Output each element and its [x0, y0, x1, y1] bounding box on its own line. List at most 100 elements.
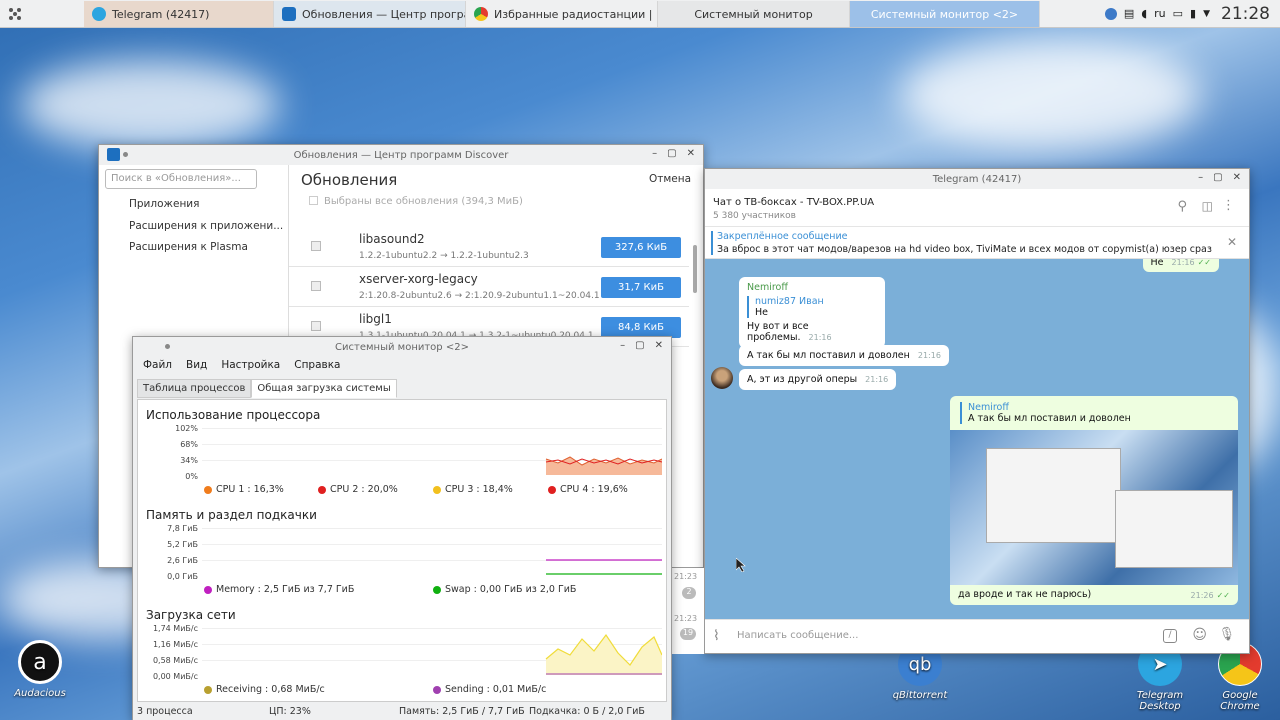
launcher-icon	[9, 7, 21, 20]
clock[interactable]: 21:28	[1221, 4, 1270, 24]
legend-swatch	[433, 585, 441, 594]
task-label: Системный монитор	[694, 7, 813, 21]
update-version: 2:1.20.8-2ubuntu2.6 → 2:1.20.9-2ubuntu1.…	[359, 291, 600, 301]
network-graph	[545, 633, 662, 675]
y-tick-label: 0,0 ГиБ	[167, 572, 198, 581]
search-icon[interactable]: ⚲	[1177, 199, 1187, 214]
y-tick-label: 0,58 МиБ/с	[152, 656, 198, 665]
volume-icon[interactable]: ◖	[1141, 7, 1147, 20]
update-checkbox[interactable]	[311, 241, 321, 251]
window-menu-dot[interactable]	[123, 152, 128, 157]
tray-expand-icon[interactable]: ▼	[1203, 9, 1210, 19]
telegram-icon	[92, 7, 106, 21]
discover-app-icon	[107, 148, 120, 161]
screenshot-image[interactable]	[950, 430, 1238, 585]
y-tick-label: 34%	[180, 456, 198, 465]
emoji-icon[interactable]: ☺	[1192, 627, 1207, 643]
update-checkbox[interactable]	[311, 321, 321, 331]
microphone-icon[interactable]: 🎙	[1218, 627, 1235, 642]
y-tick-label: 68%	[180, 440, 198, 449]
reply-quote[interactable]: Nemiroff А так бы мл поставил и доволен	[960, 402, 1230, 424]
message-bubble[interactable]: Не 21:16 ✓✓	[1142, 259, 1219, 272]
sysmon-titlebar[interactable]: Системный монитор <2> – ▢ ✕	[133, 337, 671, 357]
message-bubble[interactable]: А так бы мл поставил и доволен 21:16	[739, 345, 949, 366]
y-tick-label: 0,00 МиБ/с	[152, 672, 198, 681]
memory-section-title: Память и раздел подкачки	[146, 508, 317, 522]
sidebar-item-plasma-addons[interactable]: Расширения к Plasma	[129, 241, 248, 253]
pinned-message[interactable]: Закреплённое сообщение За вброс в этот ч…	[705, 227, 1249, 259]
window-title: Системный монитор <2>	[335, 341, 469, 353]
quote-author: numiz87 Иван	[755, 296, 824, 307]
maximize-icon[interactable]: ▢	[635, 340, 644, 351]
update-checkbox[interactable]	[311, 281, 321, 291]
menu-file[interactable]: Файл	[143, 359, 172, 371]
task-chrome[interactable]: Избранные радиостанции | Ради...	[466, 1, 658, 27]
keyboard-layout[interactable]: ru	[1154, 7, 1166, 20]
desktop-icon-label: Telegram Desktop	[1136, 690, 1184, 712]
menu-help[interactable]: Справка	[294, 359, 340, 371]
more-menu-icon[interactable]: ⋮	[1222, 198, 1235, 213]
legend-label: CPU 4 : 19,6%	[560, 484, 628, 495]
task-telegram[interactable]: Telegram (42417)	[84, 1, 274, 27]
discover-scrollbar[interactable]	[693, 245, 697, 293]
cancel-button[interactable]: Отмена	[649, 173, 691, 185]
discover-titlebar[interactable]: Обновления — Центр программ Discover – ▢ ✕	[99, 145, 703, 165]
sidebar-toggle-icon[interactable]: ◫	[1202, 199, 1213, 213]
update-item[interactable]: libasound2 1.2.2-1ubuntu2.2 → 1.2.2-1ubu…	[289, 227, 689, 267]
sidebar-item-applications[interactable]: Приложения	[129, 198, 199, 210]
close-pinned-icon[interactable]: ✕	[1227, 235, 1237, 249]
message-bubble[interactable]: А, эт из другой оперы 21:16	[739, 369, 897, 390]
task-discover[interactable]: Обновления — Центр программ ...	[274, 1, 466, 27]
tab-system-load[interactable]: Общая загрузка системы	[251, 379, 397, 398]
reply-quote[interactable]: numiz87 Иван Не	[747, 296, 877, 318]
task-sysmon-2[interactable]: Системный монитор <2>	[850, 1, 1040, 27]
window-menu-dot[interactable]	[165, 344, 170, 349]
close-icon[interactable]: ✕	[687, 148, 695, 159]
minimize-icon[interactable]: –	[652, 148, 657, 159]
legend-label: Receiving : 0,68 МиБ/с	[216, 684, 325, 695]
message-input-bar: ⌇ Написать сообщение... / ☺ 🎙	[705, 619, 1249, 653]
telegram-titlebar[interactable]: Telegram (42417) – ▢ ✕	[705, 169, 1249, 189]
unread-badge[interactable]: 19	[680, 628, 696, 640]
menu-settings[interactable]: Настройка	[221, 359, 280, 371]
close-icon[interactable]: ✕	[655, 340, 663, 351]
select-all-checkbox[interactable]: Выбраны все обновления (394,3 МиБ)	[309, 196, 523, 207]
close-icon[interactable]: ✕	[1233, 172, 1241, 183]
legend-swatch	[204, 685, 212, 694]
update-notifier-icon[interactable]	[1104, 7, 1117, 20]
clipboard-icon[interactable]: ▤	[1124, 7, 1134, 20]
quote-text: Не	[755, 307, 768, 318]
task-sysmon[interactable]: Системный монитор	[658, 1, 850, 27]
chat-header[interactable]: Чат о ТВ-боксах - TV-BOX.PP.UA 5 380 уча…	[705, 189, 1249, 227]
desktop-icon-audacious[interactable]: a Audacious	[5, 640, 75, 699]
task-label: Telegram (42417)	[112, 7, 210, 21]
maximize-icon[interactable]: ▢	[667, 148, 676, 159]
discover-search-input[interactable]: Поиск в «Обновления»...	[105, 169, 257, 189]
message-bubble[interactable]: Nemiroff numiz87 Иван Не Ну вот и все про…	[739, 277, 885, 348]
menu-view[interactable]: Вид	[186, 359, 207, 371]
commands-icon[interactable]: /	[1163, 629, 1177, 643]
memory-plot	[202, 528, 662, 575]
minimize-icon[interactable]: –	[620, 340, 625, 351]
unread-badge[interactable]: 2	[682, 587, 696, 599]
taskbar: Telegram (42417) Обновления — Центр прог…	[0, 0, 1280, 28]
maximize-icon[interactable]: ▢	[1213, 172, 1222, 183]
quote-text: А так бы мл поставил и доволен	[968, 413, 1131, 424]
sidebar-item-app-addons[interactable]: Расширения к приложени...	[129, 220, 283, 232]
network-icon[interactable]: ▭	[1173, 7, 1183, 20]
message-bubble[interactable]: Nemiroff А так бы мл поставил и доволен д…	[950, 396, 1238, 605]
app-launcher-button[interactable]	[0, 0, 30, 28]
attach-icon[interactable]: ⌇	[713, 628, 720, 644]
tab-process-table[interactable]: Таблица процессов	[137, 379, 252, 398]
minimize-icon[interactable]: –	[1198, 172, 1203, 183]
legend-swatch	[433, 485, 441, 494]
message-time: 21:16	[808, 333, 832, 342]
message-input[interactable]: Написать сообщение...	[737, 630, 1137, 641]
avatar[interactable]	[711, 367, 733, 389]
legend-swatch	[548, 485, 556, 494]
battery-icon[interactable]: ▮	[1190, 7, 1196, 20]
read-check-icon: ✓✓	[1216, 591, 1230, 600]
update-item[interactable]: xserver-xorg-legacy 2:1.20.8-2ubuntu2.6 …	[289, 267, 689, 307]
legend-label: Swap : 0,00 ГиБ из 2,0 ГиБ	[445, 584, 577, 595]
telegram-window: Telegram (42417) – ▢ ✕ Чат о ТВ-боксах - T…	[704, 168, 1250, 654]
